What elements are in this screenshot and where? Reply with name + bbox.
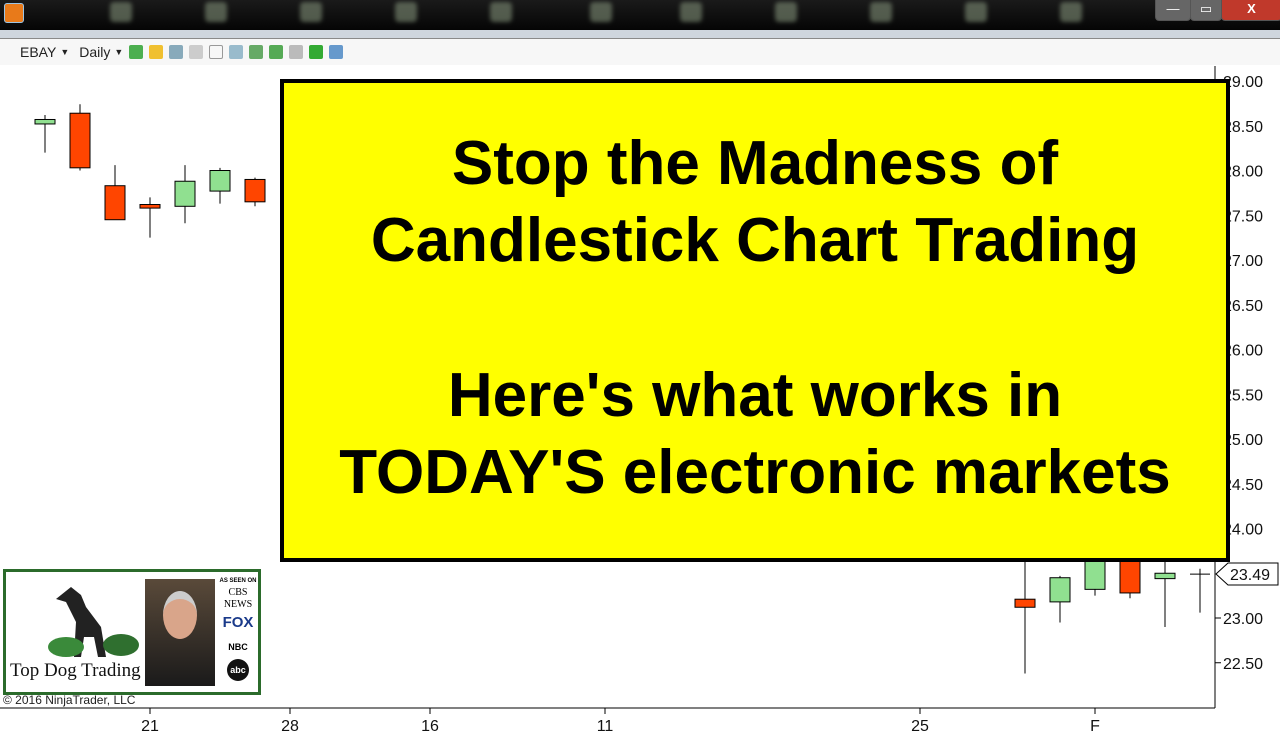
candle [34, 115, 56, 153]
abc-logo: abc [227, 659, 249, 681]
candle [174, 165, 196, 224]
add-indicator-icon[interactable] [169, 45, 184, 59]
candle-body [139, 204, 161, 209]
promo-banner: Stop the Madness of Candlestick Chart Tr… [280, 79, 1230, 562]
logo-brand-text: Top Dog Trading [10, 660, 141, 681]
last-price-marker: 23.49 [1215, 562, 1279, 586]
ninjatrader-app-icon[interactable] [4, 3, 24, 23]
copyright-text: © 2016 NinjaTrader, LLC [3, 693, 136, 707]
candle [139, 197, 161, 238]
x-tick-label: 16 [421, 718, 439, 735]
candle-body [34, 118, 56, 125]
taskbar-app-icon[interactable] [680, 2, 702, 22]
as-seen-on-logos: AS SEEN ON CBS NEWS FOX NBC abc [218, 575, 258, 681]
candle-body [244, 178, 266, 203]
window-frame [0, 30, 1280, 39]
taskbar-app-icon[interactable] [300, 2, 322, 22]
remove-drawing-icon[interactable] [189, 45, 204, 59]
banner-line-2: Candlestick Chart Trading [370, 206, 1140, 275]
y-tick-label: 22.50 [1223, 656, 1263, 673]
candle [244, 177, 266, 207]
indicators-icon[interactable] [249, 45, 264, 59]
x-tick-label: 21 [141, 718, 159, 735]
candle [1190, 568, 1210, 613]
last-price-label: 23.49 [1230, 567, 1270, 584]
instrument-selector[interactable]: EBAY [20, 44, 56, 60]
zoom-icon[interactable] [229, 45, 244, 59]
cbs-news-logo: CBS NEWS [223, 587, 253, 610]
fox-logo: FOX [222, 614, 254, 631]
taskbar-app-icon[interactable] [1060, 2, 1082, 22]
taskbar-app-icon[interactable] [205, 2, 227, 22]
taskbar-app-icon[interactable] [870, 2, 892, 22]
banner-line-3: Here's what works in [447, 361, 1063, 430]
top-dog-trading-logo: Top Dog Trading AS SEEN ON CBS NEWS FOX … [3, 569, 261, 695]
x-tick-label: 28 [281, 718, 299, 735]
drawing-tool-icon[interactable] [149, 45, 164, 59]
x-tick-label: 25 [911, 718, 929, 735]
candle-body [1049, 577, 1071, 603]
minimize-button[interactable]: — [1155, 0, 1191, 21]
taskbar-app-icon[interactable] [965, 2, 987, 22]
taskbar: — ▭ X [0, 0, 1280, 30]
close-button[interactable]: X [1221, 0, 1280, 21]
taskbar-app-icon[interactable] [490, 2, 512, 22]
candle-body [1154, 572, 1176, 580]
strategies-icon[interactable] [269, 45, 284, 59]
banner-line-1: Stop the Madness of [451, 129, 1059, 198]
taskbar-app-icon[interactable] [395, 2, 417, 22]
candle-body [174, 180, 196, 207]
candle-body [209, 170, 231, 192]
properties-icon[interactable] [329, 45, 344, 59]
taskbar-app-icon[interactable] [775, 2, 797, 22]
presenter-photo [145, 579, 215, 686]
candle-body [1014, 598, 1036, 608]
taskbar-app-icon[interactable] [590, 2, 612, 22]
candle-body [104, 185, 126, 221]
interval-selector[interactable]: Daily [79, 44, 110, 60]
candle-body [1084, 557, 1106, 590]
nbc-logo: NBC [228, 642, 248, 652]
candle [69, 104, 91, 171]
data-series-icon[interactable] [289, 45, 304, 59]
y-tick-label: 23.00 [1223, 611, 1263, 628]
candle [209, 167, 231, 204]
x-tick-label: F [1090, 718, 1100, 735]
candle [1049, 575, 1071, 623]
banner-line-4: TODAY'S electronic markets [339, 438, 1171, 507]
chart-trader-icon[interactable] [309, 45, 324, 59]
dog-bear-bull-icon [48, 587, 139, 657]
taskbar-app-icon[interactable] [110, 2, 132, 22]
candle [104, 165, 126, 221]
chart-toolbar: EBAY ▼ Daily ▼ [0, 39, 1280, 65]
candle-body [69, 112, 91, 169]
maximize-button[interactable]: ▭ [1190, 0, 1222, 21]
cursor-icon[interactable] [209, 45, 224, 59]
x-tick-label: 11 [597, 718, 614, 735]
chart-style-icon[interactable] [129, 45, 144, 59]
